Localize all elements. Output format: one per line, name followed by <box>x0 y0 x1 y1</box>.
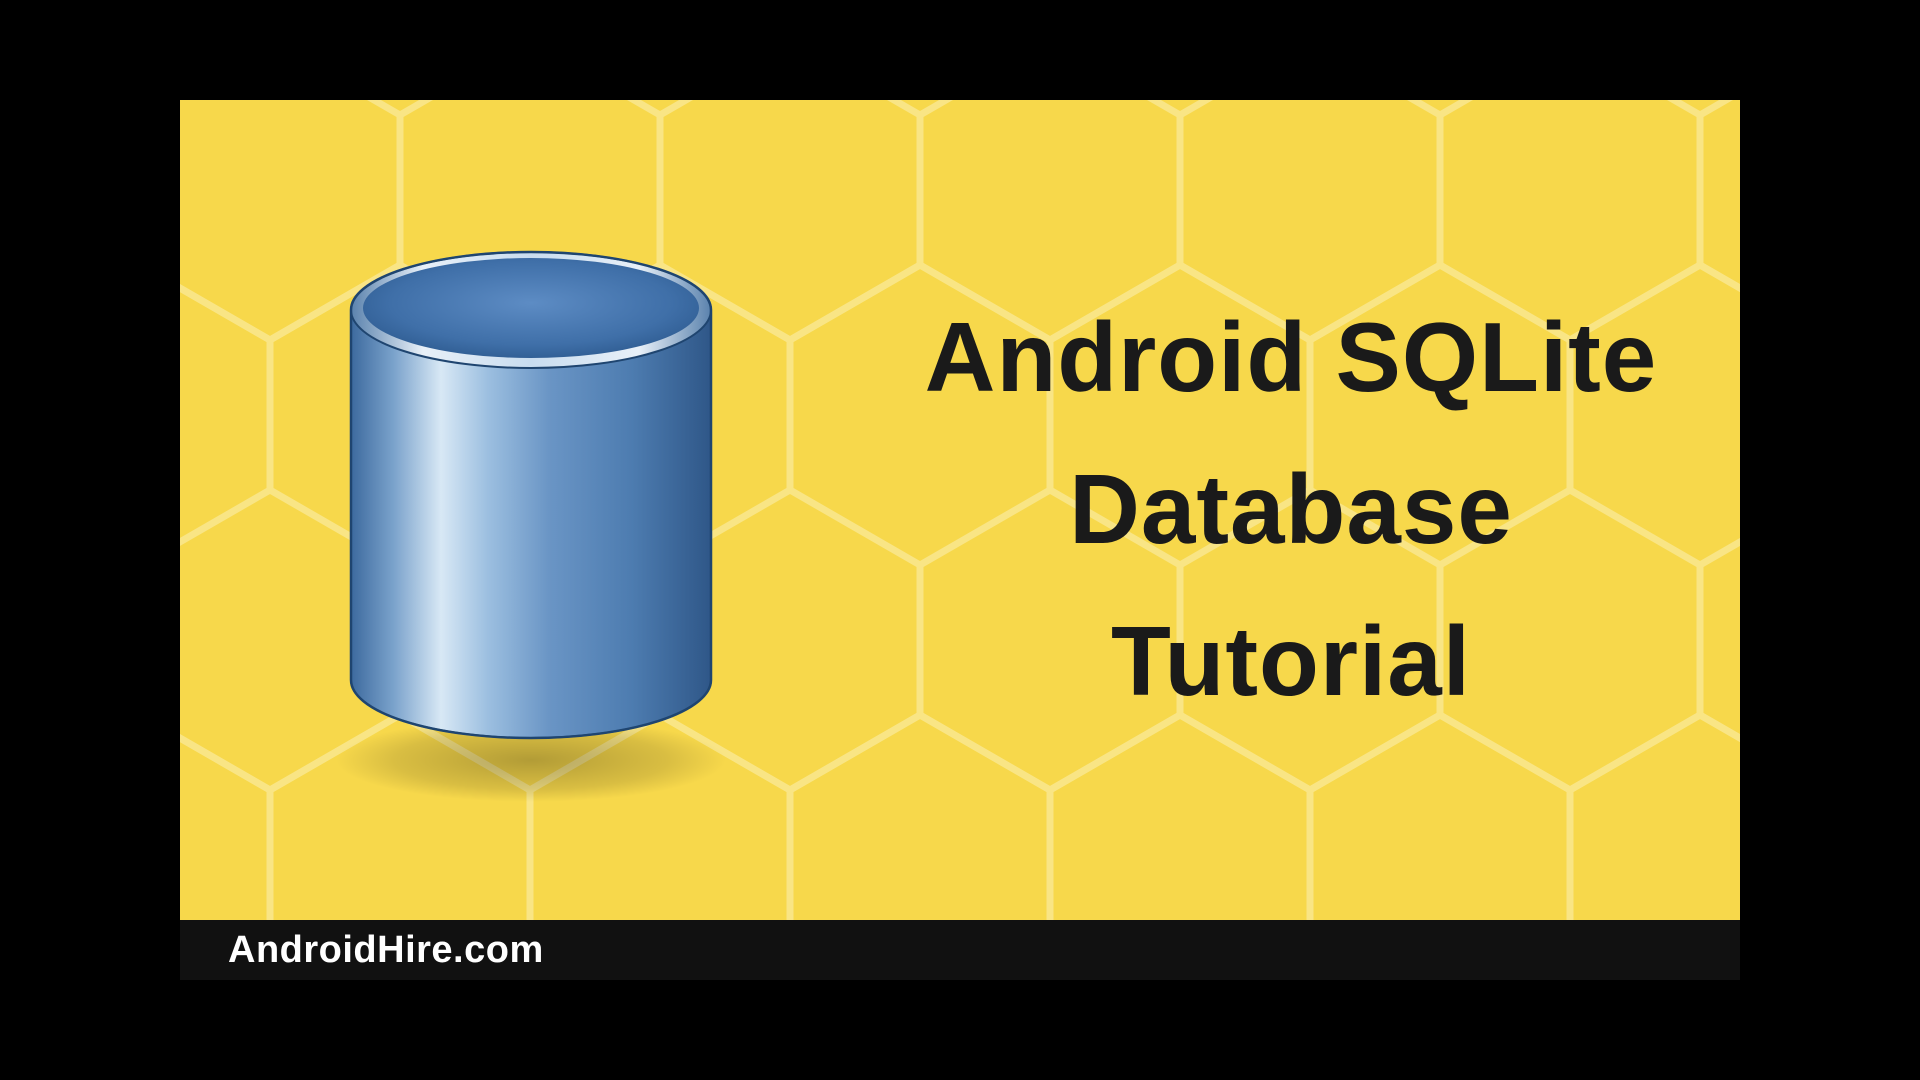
banner-footer: AndroidHire.com <box>180 920 1740 980</box>
tutorial-banner: Android SQLite Database Tutorial Android… <box>180 100 1740 980</box>
title-line-1: Android SQLite <box>925 302 1658 412</box>
database-icon <box>291 200 771 820</box>
banner-content: Android SQLite Database Tutorial <box>180 100 1740 920</box>
title-line-3: Tutorial <box>1111 606 1471 716</box>
title-line-2: Database <box>1069 454 1513 564</box>
database-icon-container <box>180 100 882 920</box>
title-container: Android SQLite Database Tutorial <box>882 282 1740 738</box>
site-name: AndroidHire.com <box>228 929 544 972</box>
banner-title: Android SQLite Database Tutorial <box>925 282 1658 738</box>
